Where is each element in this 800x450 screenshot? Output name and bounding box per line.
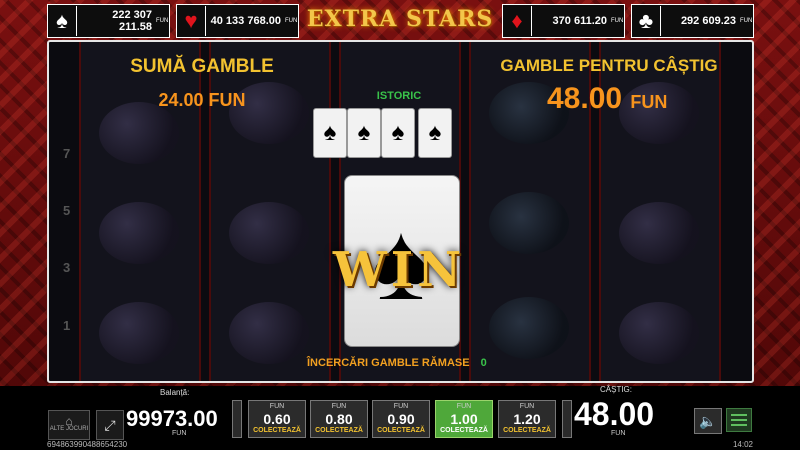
win-value: 48.00 — [574, 396, 655, 432]
bet-option[interactable]: FUN 1.20 COLECTEAZĂ — [498, 400, 556, 438]
bet-action: COLECTEAZĂ — [440, 427, 488, 434]
history-card-spade-icon: ♠ — [418, 108, 452, 158]
history-card-spade-icon: ♠ — [347, 108, 381, 158]
balance-currency: FUN — [172, 430, 187, 437]
plum-icon — [619, 302, 699, 364]
jackpot-diamonds: ♦ 370 611.20 FUN — [502, 4, 625, 38]
jackpot-value: 292 609.23 — [680, 15, 736, 27]
plum-icon — [229, 302, 309, 364]
bet-action: COLECTEAZĂ — [253, 427, 301, 434]
gamble-win-currency: FUN — [630, 92, 668, 112]
history-label: ISTORIC — [376, 90, 422, 102]
balance-label: Balanță: — [160, 388, 190, 397]
jackpot-currency: FUN — [156, 17, 169, 24]
jackpot-currency: FUN — [740, 17, 753, 24]
spade-icon: ♠ — [48, 6, 77, 36]
plum-icon — [619, 202, 699, 264]
gamble-attempts: ÎNCERCĂRI GAMBLE RĂMASE 0 — [307, 357, 487, 369]
jackpot-value: 222 307 211.58 — [112, 9, 152, 33]
bet-currency: FUN — [331, 403, 347, 410]
jackpot-currency: FUN — [611, 17, 624, 24]
bet-action: COLECTEAZĂ — [377, 427, 425, 434]
bet-value: 1.00 — [450, 411, 478, 427]
diamond-icon: ♦ — [503, 6, 532, 36]
win-currency: FUN — [611, 430, 626, 437]
gamble-panel: 7 5 3 1 SUMĂ GAMBLE 24.00 FUN GAMBLE PEN… — [47, 40, 754, 383]
bet-option[interactable]: FUN 0.60 COLECTEAZĂ — [248, 400, 306, 438]
line-number: 5 — [63, 203, 71, 218]
line-number: 7 — [63, 146, 71, 161]
fullscreen-icon[interactable]: ⤢ — [96, 410, 124, 440]
bet-scroll-right[interactable] — [562, 400, 572, 438]
session-id: 694863990488654230 — [47, 440, 128, 449]
win-banner: WIN — [332, 242, 466, 298]
history-card-spade-icon: ♠ — [313, 108, 347, 158]
history-card-spade-icon: ♠ — [381, 108, 415, 158]
bet-action: COLECTEAZĂ — [315, 427, 363, 434]
jackpot-spades: ♠ 222 307 211.58 FUN — [47, 4, 170, 38]
bet-value: 1.20 — [513, 411, 541, 427]
heart-icon: ♥ — [177, 6, 206, 36]
home-icon: ⌂ — [65, 414, 73, 428]
line-number: 1 — [63, 318, 71, 333]
sound-icon[interactable]: 🔈 — [694, 408, 722, 434]
jackpot-currency: FUN — [285, 17, 298, 24]
game-logo: EXTRA STARS — [306, 6, 494, 32]
plum-icon — [99, 302, 179, 364]
bet-currency: FUN — [269, 403, 285, 410]
win-label: CÂȘTIG: — [600, 385, 633, 394]
bet-action: COLECTEAZĂ — [503, 427, 551, 434]
jackpot-clubs: ♣ 292 609.23 FUN — [631, 4, 754, 38]
other-games-label: ALTE JOCURI — [49, 426, 89, 432]
bet-option-selected[interactable]: FUN 1.00 COLECTEAZĂ — [435, 400, 493, 438]
jackpot-value: 370 611.20 — [552, 15, 607, 27]
bet-currency: FUN — [519, 403, 535, 410]
bet-option[interactable]: FUN 0.90 COLECTEAZĂ — [372, 400, 430, 438]
gamble-win-value: 48.00 — [547, 82, 623, 115]
gamble-win-label: GAMBLE PENTRU CÂȘTIG — [500, 56, 718, 75]
menu-icon[interactable] — [726, 408, 752, 432]
grape-icon — [489, 297, 569, 359]
gamble-attempts-value: 0 — [480, 357, 487, 369]
gamble-amount-label: SUMĂ GAMBLE — [130, 56, 274, 77]
plum-icon — [99, 202, 179, 264]
grape-icon — [489, 192, 569, 254]
gamble-attempts-label: ÎNCERCĂRI GAMBLE RĂMASE — [307, 357, 470, 369]
bet-value: 0.90 — [387, 411, 415, 427]
footer: 694863990488654230 14:02 — [0, 440, 800, 450]
bet-option[interactable]: FUN 0.80 COLECTEAZĂ — [310, 400, 368, 438]
bet-currency: FUN — [393, 403, 409, 410]
bet-value: 0.60 — [263, 411, 291, 427]
other-games-button[interactable]: ⌂ ALTE JOCURI — [48, 410, 90, 440]
bet-currency: FUN — [456, 403, 472, 410]
bet-scroll-left[interactable] — [232, 400, 242, 438]
cherry-icon — [99, 102, 179, 164]
plum-icon — [229, 202, 309, 264]
gamble-amount-value: 24.00 FUN — [158, 90, 246, 110]
line-number: 3 — [63, 260, 71, 275]
jackpot-value: 40 133 768.00 — [210, 15, 281, 27]
bet-value: 0.80 — [325, 411, 353, 427]
jackpot-hearts: ♥ 40 133 768.00 FUN — [176, 4, 299, 38]
club-icon: ♣ — [632, 6, 661, 36]
clock: 14:02 — [732, 440, 753, 449]
balance-value: 99973.00 — [126, 406, 218, 431]
gamble-win-amount: 48.00 FUN — [547, 82, 667, 116]
